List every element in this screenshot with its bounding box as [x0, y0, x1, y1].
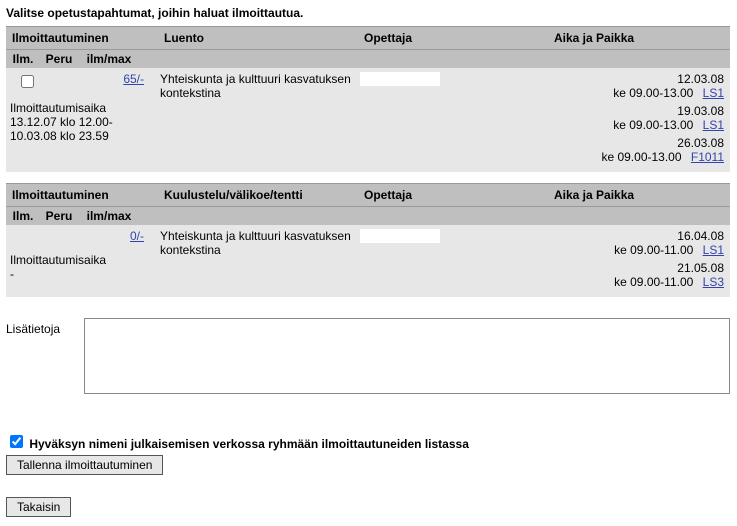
location-link[interactable]: LS1	[703, 86, 724, 100]
section-subheader: Ilm. Peru ilm/max	[6, 207, 730, 225]
reg-period-value: -	[10, 267, 150, 281]
teacher-value	[360, 72, 440, 86]
event-row: 0/- Ilmoittautumisaika - Yhteiskunta ja …	[6, 225, 730, 298]
event-row: 65/- Ilmoittautumisaika 13.12.07 klo 12.…	[6, 68, 730, 173]
course-name: Yhteiskunta ja kulttuuri kasvatuksen kon…	[160, 72, 360, 168]
reg-period-label: Ilmoittautumisaika	[10, 253, 150, 267]
schedule-time: ke 09.00-11.00	[614, 275, 693, 289]
section-subheader: Ilm. Peru ilm/max	[6, 50, 730, 68]
schedule-time: ke 09.00-13.00	[613, 86, 693, 100]
subhdr-peru: Peru	[40, 52, 78, 66]
reg-period-label: Ilmoittautumisaika	[10, 101, 150, 115]
back-button[interactable]: Takaisin	[6, 497, 71, 517]
extra-info-label: Lisätietoja	[6, 318, 84, 394]
section-header: Ilmoittautuminen Luento Opettaja Aika ja…	[6, 26, 730, 50]
consent-checkbox[interactable]	[10, 435, 23, 448]
schedule-date: 16.04.08	[554, 229, 724, 243]
schedule-item: 26.03.08 ke 09.00-13.00 F1011	[554, 136, 724, 164]
subhdr-ilmmax: ilm/max	[78, 209, 140, 223]
schedule-time: ke 09.00-13.00	[601, 150, 681, 164]
schedule-date: 12.03.08	[554, 72, 724, 86]
subhdr-ilmmax: ilm/max	[78, 52, 140, 66]
hdr-teacher: Opettaja	[364, 188, 542, 202]
hdr-teacher: Opettaja	[364, 31, 542, 45]
hdr-type: Luento	[164, 31, 364, 45]
schedule-time: ke 09.00-11.00	[614, 243, 693, 257]
schedule-time: ke 09.00-13.00	[613, 118, 693, 132]
location-link[interactable]: LS1	[703, 118, 724, 132]
hdr-registration: Ilmoittautuminen	[6, 27, 158, 49]
schedule-item: 12.03.08 ke 09.00-13.00 LS1	[554, 72, 724, 100]
subhdr-peru: Peru	[40, 209, 78, 223]
hdr-timeplace: Aika ja Paikka	[548, 27, 730, 49]
schedule-item: 19.03.08 ke 09.00-13.00 LS1	[554, 104, 724, 132]
schedule-date: 21.05.08	[554, 261, 724, 275]
course-name: Yhteiskunta ja kulttuuri kasvatuksen kon…	[160, 229, 360, 293]
schedule-date: 19.03.08	[554, 104, 724, 118]
location-link[interactable]: LS1	[703, 243, 724, 257]
section-header: Ilmoittautuminen Kuulustelu/välikoe/tent…	[6, 183, 730, 207]
consent-label[interactable]: Hyväksyn nimeni julkaisemisen verkossa r…	[29, 437, 469, 451]
subhdr-ilm: Ilm.	[6, 52, 40, 66]
teacher-value	[360, 229, 440, 243]
register-checkbox[interactable]	[21, 75, 34, 88]
extra-info-textarea[interactable]	[84, 318, 730, 394]
schedule-item: 16.04.08 ke 09.00-11.00 LS1	[554, 229, 724, 257]
location-link[interactable]: F1011	[691, 150, 724, 164]
subhdr-ilm: Ilm.	[6, 209, 40, 223]
reg-period-value: 13.12.07 klo 12.00-10.03.08 klo 23.59	[10, 115, 150, 143]
instruction-text: Valitse opetustapahtumat, joihin haluat …	[6, 6, 730, 20]
capacity-link[interactable]: 0/-	[130, 229, 144, 243]
schedule-item: 21.05.08 ke 09.00-11.00 LS3	[554, 261, 724, 289]
hdr-timeplace: Aika ja Paikka	[548, 184, 730, 206]
capacity-link[interactable]: 65/-	[123, 72, 144, 86]
hdr-type: Kuulustelu/välikoe/tentti	[164, 188, 364, 202]
location-link[interactable]: LS3	[703, 275, 724, 289]
save-button[interactable]: Tallenna ilmoittautuminen	[6, 455, 163, 475]
schedule-date: 26.03.08	[554, 136, 724, 150]
hdr-registration: Ilmoittautuminen	[6, 184, 158, 206]
